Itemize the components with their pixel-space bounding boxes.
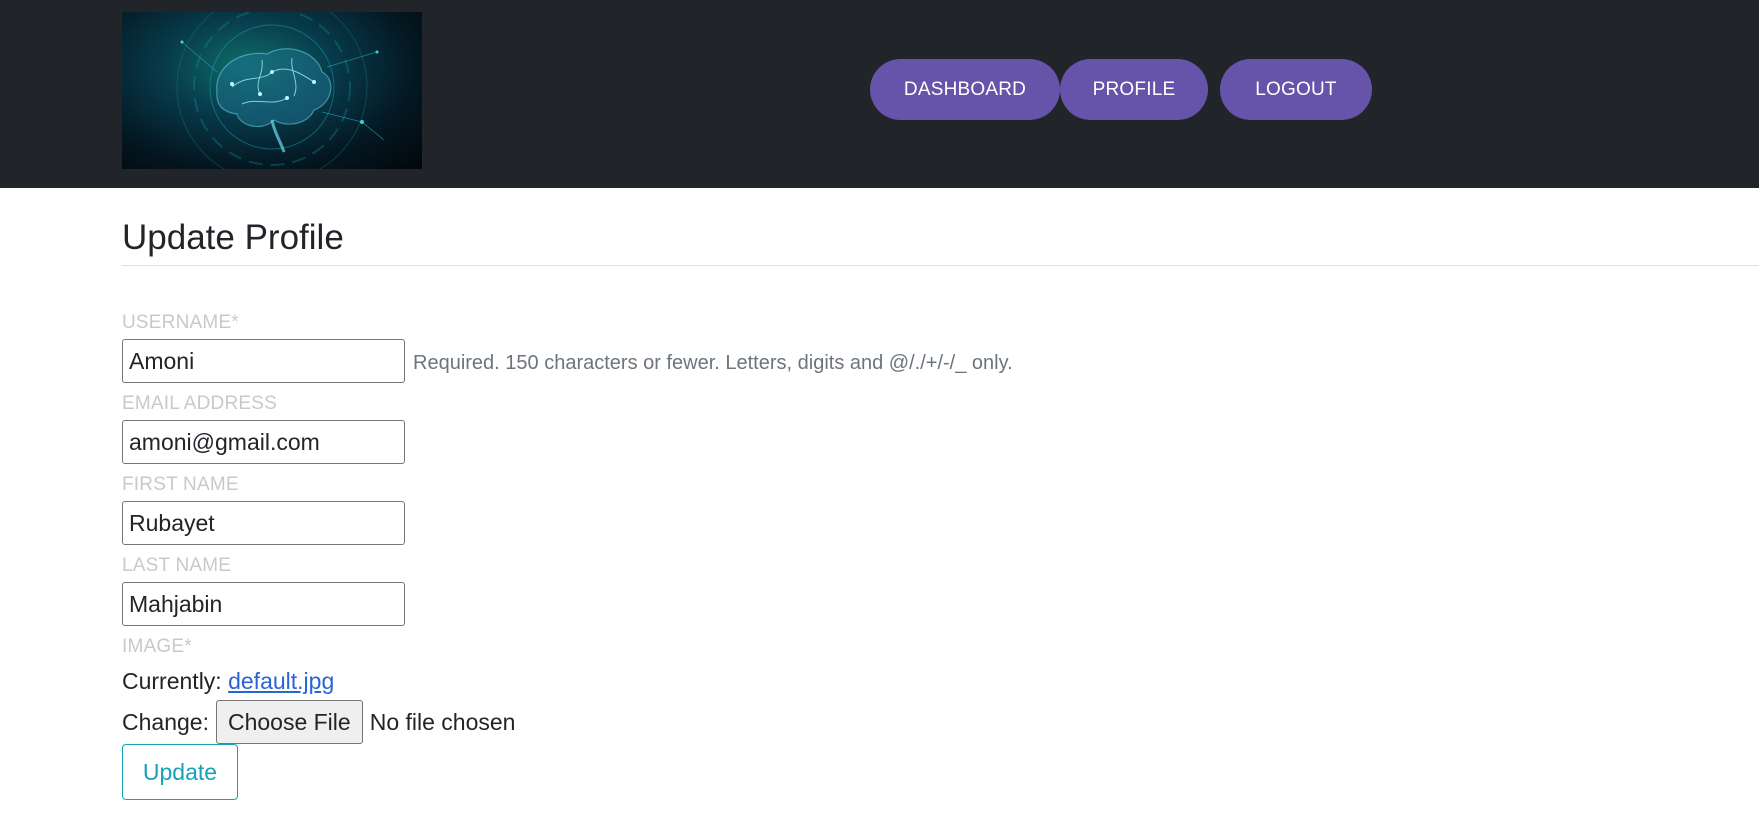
title-divider xyxy=(122,265,1759,266)
nav-logout-button[interactable]: LOGOUT xyxy=(1220,59,1372,120)
page-title: Update Profile xyxy=(122,218,344,257)
username-help-text: Required. 150 characters or fewer. Lette… xyxy=(413,352,1013,374)
currently-label: Currently: xyxy=(122,668,222,694)
brain-icon xyxy=(176,12,385,169)
username-input[interactable] xyxy=(122,339,405,383)
brain-logo[interactable] xyxy=(122,12,422,169)
last-name-input[interactable] xyxy=(122,582,405,626)
navbar: DASHBOARD PROFILE LOGOUT xyxy=(0,0,1759,188)
first-name-input[interactable] xyxy=(122,501,405,545)
update-button[interactable]: Update xyxy=(122,744,238,800)
nav-dashboard-button[interactable]: DASHBOARD xyxy=(870,59,1060,120)
first-name-label: FIRST NAME xyxy=(122,474,239,495)
image-label: IMAGE* xyxy=(122,636,192,657)
change-label: Change: xyxy=(122,708,209,735)
no-file-chosen-text: No file chosen xyxy=(369,708,516,735)
nav-profile-button[interactable]: PROFILE xyxy=(1060,59,1208,120)
change-image-row: Change: Choose File No file chosen xyxy=(122,699,515,745)
current-image-link[interactable]: default.jpg xyxy=(228,668,334,694)
last-name-label: LAST NAME xyxy=(122,555,232,576)
email-input[interactable] xyxy=(122,420,405,464)
email-label: EMAIL ADDRESS xyxy=(122,393,277,414)
current-image-row: Currently: default.jpg xyxy=(122,668,334,695)
username-label: USERNAME* xyxy=(122,312,239,333)
choose-file-button[interactable]: Choose File xyxy=(215,700,363,744)
